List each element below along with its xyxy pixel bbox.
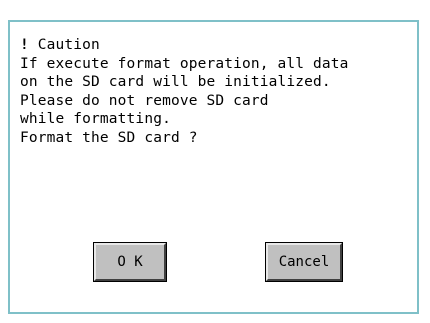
message-line: Format the SD card ? <box>20 129 198 146</box>
message-line: If execute format operation, all data <box>20 55 349 72</box>
caution-heading: ! Caution <box>20 36 410 55</box>
dialog-message: ! Caution If execute format operation, a… <box>20 36 410 147</box>
cancel-button[interactable]: Cancel <box>265 242 343 282</box>
message-line: Please do not remove SD card <box>20 92 269 109</box>
ok-button-label: O K <box>117 254 143 270</box>
caution-title: Caution <box>37 37 100 53</box>
caution-mark-icon: ! <box>20 37 29 53</box>
cancel-button-label: Cancel <box>278 254 330 270</box>
ok-button[interactable]: O K <box>93 242 167 282</box>
format-sd-card-dialog: ! Caution If execute format operation, a… <box>8 20 419 314</box>
message-line: on the SD card will be initialized. <box>20 74 331 90</box>
message-line: while formatting. <box>20 111 171 127</box>
